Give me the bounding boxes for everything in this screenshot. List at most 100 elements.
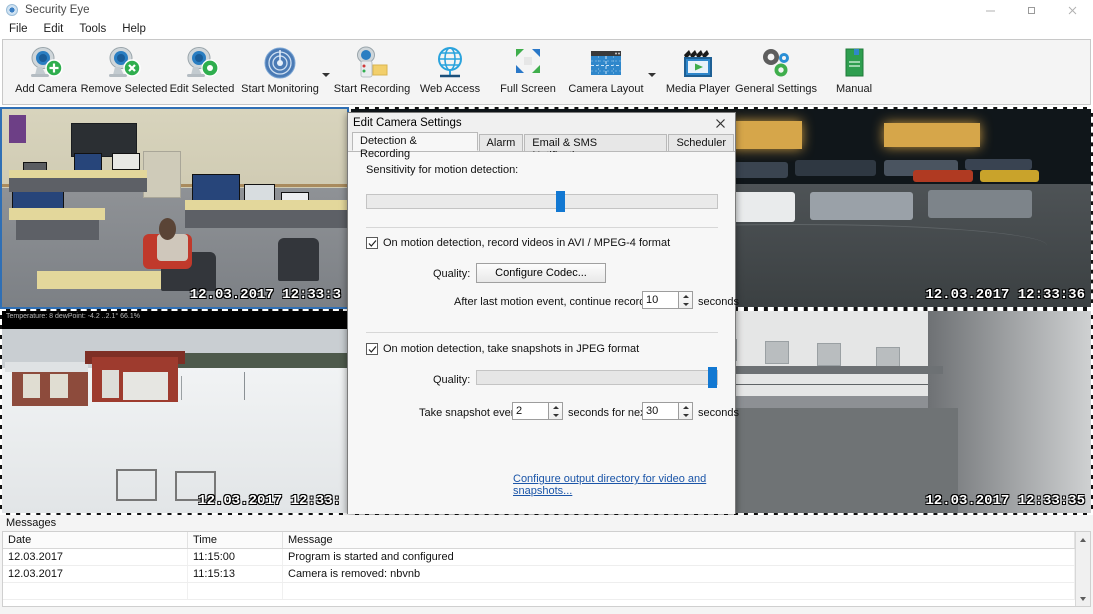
app-logo-icon xyxy=(6,4,18,16)
film-play-icon xyxy=(678,45,718,81)
title-bar: Security Eye xyxy=(0,0,1093,20)
cell-time: 11:15:13 xyxy=(188,566,283,582)
column-header-message[interactable]: Message xyxy=(283,532,1075,548)
record-video-checkbox[interactable]: On motion detection, record videos in AV… xyxy=(366,237,670,249)
scrollbar-track[interactable] xyxy=(1076,547,1090,591)
scroll-down-icon[interactable] xyxy=(1076,591,1090,606)
camera-edit-icon xyxy=(182,45,222,81)
snapshot-quality-slider[interactable] xyxy=(476,370,718,385)
cell-date: 12.03.2017 xyxy=(3,549,188,565)
dialog-title-bar: Edit Camera Settings xyxy=(348,113,735,133)
snapshot-duration-stepper[interactable]: 30 xyxy=(642,402,693,420)
post-motion-unit: seconds xyxy=(698,296,739,308)
sensitivity-slider-thumb[interactable] xyxy=(556,191,565,212)
messages-grid-main: Date Time Message 12.03.2017 11:15:00 Pr… xyxy=(3,532,1075,606)
messages-panel-title: Messages xyxy=(0,515,1093,531)
table-row[interactable]: 12.03.2017 11:15:00 Program is started a… xyxy=(3,549,1075,566)
add-camera-button[interactable]: Add Camera xyxy=(7,40,85,102)
media-player-button[interactable]: Media Player xyxy=(659,40,737,102)
start-monitoring-label: Start Monitoring xyxy=(241,83,319,95)
book-icon xyxy=(836,45,872,81)
remove-selected-button[interactable]: Remove Selected xyxy=(85,40,163,102)
snapshot-interval-label: Take snapshot every xyxy=(419,407,520,419)
spin-up-icon[interactable] xyxy=(549,403,562,411)
camera-tile-1[interactable]: 12.03.2017 12:33:3 xyxy=(0,107,349,309)
cell-message: Camera is removed: nbvnb xyxy=(283,566,1075,582)
security-eye-window: Security Eye File Edit Tools Help xyxy=(0,0,1093,614)
start-recording-label: Start Recording xyxy=(334,83,410,95)
camera-add-icon xyxy=(26,45,66,81)
full-screen-button[interactable]: Full Screen xyxy=(489,40,567,102)
window-title: Security Eye xyxy=(25,4,90,16)
post-motion-spin-buttons[interactable] xyxy=(679,291,693,309)
menu-edit[interactable]: Edit xyxy=(36,22,72,36)
edit-camera-settings-dialog: Edit Camera Settings Detection & Recordi… xyxy=(347,112,736,514)
spin-down-icon[interactable] xyxy=(679,411,692,419)
scroll-up-icon[interactable] xyxy=(1076,532,1090,547)
web-access-button[interactable]: Web Access xyxy=(411,40,489,102)
spin-up-icon[interactable] xyxy=(679,292,692,300)
restore-icon[interactable] xyxy=(1011,0,1052,20)
full-screen-label: Full Screen xyxy=(500,83,556,95)
camera-remove-icon xyxy=(104,45,144,81)
camera-layout-label: Camera Layout xyxy=(568,83,643,95)
snapshot-interval-stepper[interactable]: 2 xyxy=(512,402,563,420)
column-header-time[interactable]: Time xyxy=(188,532,283,548)
table-row[interactable]: 12.03.2017 11:15:13 Camera is removed: n… xyxy=(3,566,1075,583)
menu-help[interactable]: Help xyxy=(114,22,154,36)
camera-layout-button[interactable]: Camera Layout xyxy=(567,40,645,102)
table-row-empty xyxy=(3,583,1075,600)
checkbox-checked-icon xyxy=(366,343,378,355)
edit-selected-button[interactable]: Edit Selected xyxy=(163,40,241,102)
start-recording-button[interactable]: Start Recording xyxy=(333,40,411,102)
close-icon[interactable] xyxy=(1052,0,1093,20)
spin-down-icon[interactable] xyxy=(679,300,692,308)
dialog-body: Sensitivity for motion detection: On mot… xyxy=(348,152,735,514)
tab-email-sms-notifications[interactable]: Email & SMS Notifications xyxy=(524,134,667,151)
configure-output-directory-link[interactable]: Configure output directory for video and… xyxy=(513,473,735,497)
status-bar xyxy=(0,608,1093,614)
post-motion-seconds-stepper[interactable]: 10 xyxy=(642,291,693,309)
spin-down-icon[interactable] xyxy=(549,411,562,419)
chevron-down-icon xyxy=(648,73,656,77)
messages-panel: Messages Date Time Message 12.03.2017 11… xyxy=(0,515,1093,614)
tab-detection-recording[interactable]: Detection & Recording xyxy=(352,132,478,151)
snapshot-duration-spin-buttons[interactable] xyxy=(679,402,693,420)
start-monitoring-button[interactable]: Start Monitoring xyxy=(241,40,319,102)
general-settings-button[interactable]: General Settings xyxy=(737,40,815,102)
snapshot-quality-slider-thumb[interactable] xyxy=(708,367,717,388)
tab-alarm[interactable]: Alarm xyxy=(479,134,524,151)
snapshot-duration-input[interactable]: 30 xyxy=(642,402,679,420)
snapshot-interval-spin-buttons[interactable] xyxy=(549,402,563,420)
camera-layout-dropdown[interactable] xyxy=(645,40,659,102)
camera-4-timestamp: 12.03.2017 12:33:35 xyxy=(925,493,1085,509)
fullscreen-arrows-icon xyxy=(510,45,546,81)
messages-grid: Date Time Message 12.03.2017 11:15:00 Pr… xyxy=(2,531,1091,607)
spin-up-icon[interactable] xyxy=(679,403,692,411)
layout-grid-icon xyxy=(586,45,626,81)
menu-bar: File Edit Tools Help xyxy=(0,20,1093,37)
post-motion-seconds-input[interactable]: 10 xyxy=(642,291,679,309)
start-monitoring-dropdown[interactable] xyxy=(319,40,333,102)
camera-feed-snowy-yard: Temperature: 8 dewPoint: -4.2 ..2.1° 66.… xyxy=(0,309,349,515)
manual-button[interactable]: Manual xyxy=(815,40,893,102)
column-header-date[interactable]: Date xyxy=(3,532,188,548)
camera-tile-3[interactable]: Temperature: 8 dewPoint: -4.2 ..2.1° 66.… xyxy=(0,309,349,515)
globe-icon xyxy=(432,45,468,81)
menu-tools[interactable]: Tools xyxy=(71,22,114,36)
sensitivity-label: Sensitivity for motion detection: xyxy=(366,164,518,176)
sensitivity-slider[interactable] xyxy=(366,194,718,209)
menu-file[interactable]: File xyxy=(5,22,36,36)
snapshot-quality-label: Quality: xyxy=(433,374,470,386)
minimize-icon[interactable] xyxy=(970,0,1011,20)
camera-2-timestamp: 12.03.2017 12:33:36 xyxy=(925,287,1085,303)
tab-scheduler[interactable]: Scheduler xyxy=(668,134,734,151)
chevron-down-icon xyxy=(322,73,330,77)
dialog-tabs: Detection & Recording Alarm Email & SMS … xyxy=(348,133,735,152)
snapshot-interval-input[interactable]: 2 xyxy=(512,402,549,420)
configure-codec-button[interactable]: Configure Codec... xyxy=(476,263,606,283)
take-snapshots-checkbox[interactable]: On motion detection, take snapshots in J… xyxy=(366,343,639,355)
messages-vertical-scrollbar[interactable] xyxy=(1075,532,1090,606)
dialog-close-icon[interactable] xyxy=(705,113,735,133)
camera-3-overlay-text: Temperature: 8 dewPoint: -4.2 ..2.1° 66.… xyxy=(6,313,140,320)
